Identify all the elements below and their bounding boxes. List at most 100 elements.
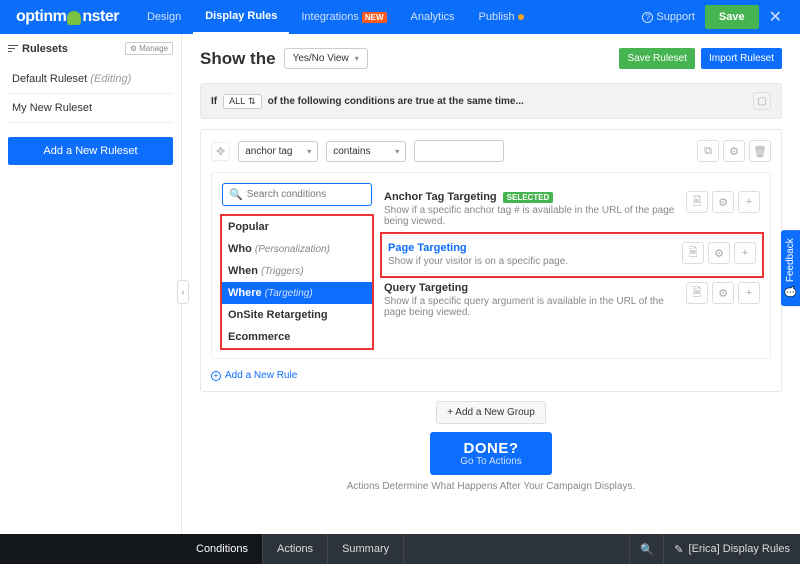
cond-doc-button[interactable]: 🗎 [686, 282, 708, 304]
plus-circle-icon: + [211, 371, 221, 381]
bottom-left-spacer [0, 534, 182, 564]
caret-down-icon: ▾ [307, 147, 311, 156]
tab-publish[interactable]: Publish [467, 0, 536, 34]
all-any-toggle[interactable]: ALL ⇅ [223, 94, 262, 109]
sidebar-item-default[interactable]: Default Ruleset (Editing) [8, 65, 173, 94]
cat-where[interactable]: Where (Targeting) [222, 282, 372, 304]
cond-doc-button[interactable]: 🗎 [682, 242, 704, 264]
cond-add-button[interactable]: + [734, 242, 756, 264]
cond-settings-button[interactable]: ⚙ [708, 242, 730, 264]
sidebar-item-label: My New Ruleset [12, 102, 92, 114]
manage-button[interactable]: ⚙ Manage [125, 42, 173, 55]
sidebar-item-label: Default Ruleset [12, 73, 87, 85]
cond-query-targeting[interactable]: Query Targeting Show if a specific query… [384, 274, 760, 326]
cond-anchor-tag[interactable]: Anchor Tag Targeting SELECTED Show if a s… [384, 183, 760, 236]
sort-icon: ⇅ [248, 96, 256, 107]
chat-icon: 💬 [785, 286, 796, 298]
save-ruleset-button[interactable]: Save Ruleset [619, 48, 694, 69]
cat-hint: (Targeting) [265, 288, 313, 299]
cat-popular[interactable]: Popular [222, 216, 372, 238]
cat-ecommerce[interactable]: Ecommerce [222, 326, 372, 348]
search-input[interactable] [247, 189, 365, 200]
if-label: If [211, 96, 217, 107]
gear-icon: ⚙ [130, 44, 137, 53]
operator-label: contains [333, 146, 370, 157]
selected-badge: SELECTED [503, 192, 554, 203]
gear-icon: ⚙ [714, 247, 724, 260]
top-nav: optinmnster Design Display Rules Integra… [0, 0, 800, 34]
caret-down-icon: ▾ [355, 54, 359, 63]
copy-rule-button[interactable]: ⧉ [697, 140, 719, 162]
show-the-label: Show the [200, 49, 276, 69]
close-icon[interactable]: ✕ [759, 7, 792, 27]
value-input[interactable] [414, 140, 504, 162]
import-ruleset-button[interactable]: Import Ruleset [701, 48, 782, 69]
tab-analytics[interactable]: Analytics [399, 0, 467, 34]
cond-title: Anchor Tag Targeting [384, 191, 497, 203]
feedback-tab[interactable]: 💬 Feedback [781, 230, 800, 306]
done-button[interactable]: DONE? Go To Actions [430, 432, 552, 475]
sidebar-item-mynew[interactable]: My New Ruleset [8, 94, 173, 123]
cond-title: Page Targeting [388, 242, 467, 254]
plus-icon: + [746, 196, 752, 208]
tab-integrations-label: Integrations [301, 11, 358, 23]
gear-icon: ⚙ [718, 287, 728, 300]
cat-when[interactable]: When (Triggers) [222, 260, 372, 282]
delete-rule-button[interactable]: 🗑 [749, 140, 771, 162]
bottom-tab-summary[interactable]: Summary [328, 534, 404, 564]
collapse-group-icon[interactable]: ▢ [753, 92, 771, 110]
cond-desc: Show if your visitor is on a specific pa… [388, 256, 674, 267]
cond-add-button[interactable]: + [738, 191, 760, 213]
new-badge: NEW [362, 12, 387, 23]
rulesets-icon [8, 45, 18, 52]
cond-page-targeting[interactable]: Page Targeting Show if your visitor is o… [384, 236, 760, 274]
save-button[interactable]: Save [705, 5, 759, 29]
operator-dropdown[interactable]: contains ▾ [326, 141, 406, 162]
drag-handle-icon[interactable]: ✥ [211, 142, 230, 161]
cond-desc: Show if a specific anchor tag # is avail… [384, 205, 678, 227]
doc-icon: 🗎 [689, 244, 698, 263]
logo: optinmnster [0, 8, 135, 26]
search-icon: 🔍 [640, 543, 654, 556]
field-dropdown[interactable]: anchor tag ▾ [238, 141, 318, 162]
nav-right: ? Support Save ✕ [642, 0, 800, 34]
bottom-tab-actions[interactable]: Actions [263, 534, 328, 564]
add-rule-link[interactable]: + Add a New Rule [211, 370, 297, 381]
if-text: of the following conditions are true at … [268, 96, 524, 107]
add-rule-label: Add a New Rule [225, 370, 297, 381]
bottom-edit-title[interactable]: ✎ [Erica] Display Rules [663, 534, 800, 564]
tab-publish-label: Publish [479, 11, 515, 23]
cond-settings-button[interactable]: ⚙ [712, 282, 734, 304]
tab-integrations[interactable]: Integrations NEW [289, 0, 398, 34]
bottom-edit-label: [Erica] Display Rules [689, 543, 790, 555]
cond-desc: Show if a specific query argument is ava… [384, 296, 678, 318]
cond-add-button[interactable]: + [738, 282, 760, 304]
cond-settings-button[interactable]: ⚙ [712, 191, 734, 213]
cat-label: When [228, 265, 258, 277]
cat-who[interactable]: Who (Personalization) [222, 238, 372, 260]
bottom-search-button[interactable]: 🔍 [629, 534, 663, 564]
support-link[interactable]: ? Support [642, 11, 695, 23]
bottom-tab-conditions[interactable]: Conditions [182, 534, 263, 564]
view-dropdown-label: Yes/No View [293, 53, 349, 64]
support-label: Support [656, 11, 695, 23]
manage-label: Manage [139, 44, 168, 53]
search-box[interactable]: 🔍 [222, 183, 372, 206]
cond-doc-button[interactable]: 🗎 [686, 191, 708, 213]
cat-onsite[interactable]: OnSite Retargeting [222, 304, 372, 326]
gear-icon: ⚙ [718, 196, 728, 209]
field-label: anchor tag [245, 146, 292, 157]
sidebar-collapse-handle[interactable]: ‹ [177, 280, 189, 304]
publish-dot-icon [518, 14, 524, 20]
feedback-label: Feedback [785, 238, 796, 282]
view-dropdown[interactable]: Yes/No View ▾ [284, 48, 368, 69]
tab-design[interactable]: Design [135, 0, 193, 34]
add-ruleset-button[interactable]: Add a New Ruleset [8, 137, 173, 165]
cat-label: Popular [228, 221, 269, 233]
search-icon: 🔍 [229, 188, 243, 201]
cat-hint: (Triggers) [261, 266, 304, 277]
cat-hint: (Personalization) [255, 244, 330, 255]
add-group-button[interactable]: + Add a New Group [436, 401, 546, 424]
tab-display-rules[interactable]: Display Rules [193, 0, 289, 34]
settings-rule-button[interactable]: ⚙ [723, 140, 745, 162]
